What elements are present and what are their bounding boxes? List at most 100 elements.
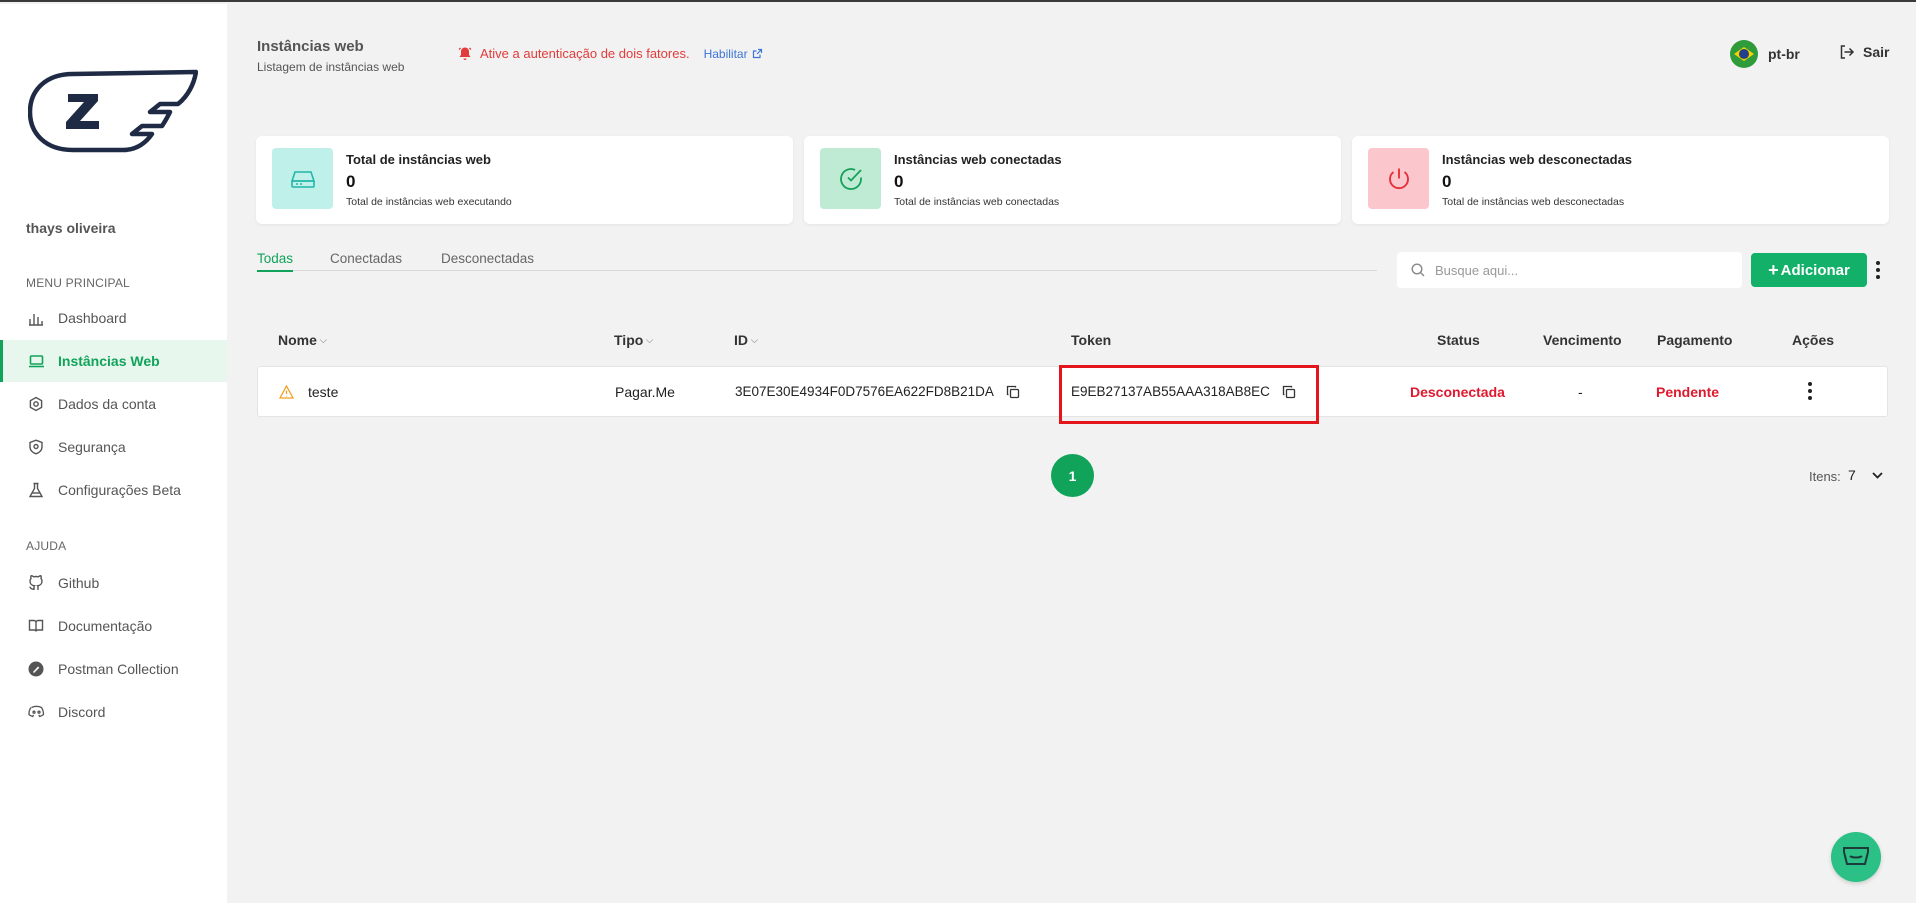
sort-icon: ⌵ <box>751 334 758 345</box>
sidebar-item-github[interactable]: Github <box>0 562 227 604</box>
sidebar-item-beta-settings[interactable]: Configurações Beta <box>0 469 227 511</box>
tab-connected[interactable]: Conectadas <box>330 251 402 270</box>
sidebar-item-documentation[interactable]: Documentação <box>0 605 227 647</box>
column-header-id[interactable]: ID ⌵ <box>734 332 758 348</box>
add-instance-button[interactable]: + Adicionar <box>1751 253 1867 287</box>
copy-id-icon[interactable] <box>1006 385 1020 399</box>
brazil-flag-icon <box>1730 40 1758 68</box>
two-factor-alert: Ative a autenticação de dois fatores. Ha… <box>458 46 763 61</box>
table-row[interactable]: teste Pagar.Me 3E07E30E4934F0D7576EA622F… <box>257 366 1888 417</box>
column-header-label: Pagamento <box>1657 332 1733 348</box>
card-subtitle: Total de instâncias web executando <box>346 196 512 208</box>
page-title: Instâncias web <box>257 38 364 55</box>
sidebar-item-label: Documentação <box>58 618 153 634</box>
discord-icon <box>26 702 46 722</box>
brand-logo[interactable] <box>27 68 199 158</box>
connected-instances-card: Instâncias web conectadas 0 Total de ins… <box>804 136 1341 224</box>
due-date: - <box>1578 384 1583 400</box>
column-header-label: Tipo <box>614 332 644 348</box>
logout-label: Sair <box>1863 44 1890 60</box>
bell-alert-icon <box>458 46 472 61</box>
items-per-page-select[interactable]: 7 <box>1848 467 1883 483</box>
column-header-token: Token <box>1071 332 1111 348</box>
card-value: 0 <box>1442 172 1452 191</box>
instance-token: E9EB27137AB55AAA318AB8EC <box>1071 384 1270 399</box>
card-subtitle: Total de instâncias web desconectadas <box>1442 196 1625 208</box>
column-header-actions: Ações <box>1792 332 1834 348</box>
sidebar-item-discord[interactable]: Discord <box>0 691 227 733</box>
instance-name: teste <box>308 384 339 400</box>
column-header-label: Token <box>1071 332 1112 348</box>
disconnected-instances-card: Instâncias web desconectadas 0 Total de … <box>1352 136 1889 224</box>
payment-status: Pendente <box>1656 384 1720 400</box>
language-selector[interactable]: pt-br <box>1730 40 1800 68</box>
instance-name-cell: teste <box>279 384 338 400</box>
search-input[interactable] <box>1435 262 1725 278</box>
tab-disconnected[interactable]: Desconectadas <box>441 251 534 270</box>
card-title: Total de instâncias web <box>346 152 491 167</box>
power-icon <box>1368 148 1429 209</box>
alert-text: Ative a autenticação de dois fatores. <box>480 46 690 61</box>
chat-support-button[interactable] <box>1831 832 1881 882</box>
more-options-button[interactable] <box>1871 257 1885 283</box>
sidebar-item-label: Dashboard <box>58 310 127 326</box>
column-header-label: ID <box>734 332 748 348</box>
instance-type: Pagar.Me <box>615 384 675 400</box>
search-box <box>1397 252 1742 288</box>
sidebar-item-label: Github <box>58 575 100 591</box>
column-header-type[interactable]: Tipo ⌵ <box>614 332 653 348</box>
laptop-icon <box>26 351 46 371</box>
bar-chart-icon <box>26 308 46 328</box>
tab-all[interactable]: Todas <box>257 251 294 272</box>
page-subtitle: Listagem de instâncias web <box>257 60 405 74</box>
sidebar-item-label: Postman Collection <box>58 661 179 677</box>
github-icon <box>26 573 46 593</box>
sidebar: thays oliveira MENU PRINCIPAL Dashboard … <box>0 4 227 903</box>
gear-icon <box>26 394 46 414</box>
instance-id: 3E07E30E4934F0D7576EA622FD8B21DA <box>735 384 994 399</box>
sidebar-item-label: Discord <box>58 704 106 720</box>
help-label: AJUDA <box>26 539 67 553</box>
status-badge: Desconectada <box>1410 384 1505 400</box>
sort-icon: ⌵ <box>646 334 654 345</box>
external-link-icon <box>752 48 762 59</box>
sidebar-item-label: Segurança <box>58 439 126 455</box>
instance-token-cell: E9EB27137AB55AAA318AB8EC <box>1071 384 1296 399</box>
main-menu-label: MENU PRINCIPAL <box>26 276 130 290</box>
sidebar-item-postman[interactable]: Postman Collection <box>0 648 227 690</box>
card-title: Instâncias web desconectadas <box>1442 152 1633 167</box>
sidebar-item-label: Instâncias Web <box>58 353 160 369</box>
enable-2fa-label: Habilitar <box>703 46 748 61</box>
items-per-page-label: Itens: <box>1809 469 1841 484</box>
row-actions-button[interactable] <box>1808 382 1812 400</box>
chevron-down-icon <box>1872 471 1883 479</box>
sidebar-item-web-instances[interactable]: Instâncias Web <box>0 340 227 382</box>
enable-2fa-link[interactable]: Habilitar <box>704 47 763 61</box>
flask-icon <box>26 480 46 500</box>
filter-tabs: Todas Conectadas Desconectadas <box>257 251 1377 272</box>
logout-icon <box>1840 45 1855 59</box>
column-header-due: Vencimento <box>1543 332 1622 348</box>
plus-icon: + <box>1768 259 1779 280</box>
logout-button[interactable]: Sair <box>1839 44 1889 60</box>
check-circle-icon <box>820 148 881 209</box>
instance-id-cell: 3E07E30E4934F0D7576EA622FD8B21DA <box>735 384 1020 399</box>
copy-token-icon[interactable] <box>1282 385 1296 399</box>
pagination-page-1[interactable]: 1 <box>1051 454 1094 497</box>
sidebar-item-dashboard[interactable]: Dashboard <box>0 297 227 339</box>
column-header-payment: Pagamento <box>1657 332 1732 348</box>
column-header-label: Vencimento <box>1543 332 1622 348</box>
card-value: 0 <box>346 172 356 191</box>
column-header-name[interactable]: Nome ⌵ <box>278 332 327 348</box>
warning-icon <box>279 385 294 399</box>
sidebar-item-security[interactable]: Segurança <box>0 426 227 468</box>
sidebar-item-label: Dados da conta <box>58 396 157 412</box>
sidebar-item-account-data[interactable]: Dados da conta <box>0 383 227 425</box>
language-label: pt-br <box>1768 46 1800 62</box>
search-icon <box>1411 263 1425 277</box>
total-instances-card: Total de instâncias web 0 Total de instâ… <box>256 136 793 224</box>
user-name: thays oliveira <box>26 220 116 236</box>
sort-icon: ⌵ <box>319 334 327 345</box>
items-per-page-value: 7 <box>1848 467 1856 483</box>
column-header-label: Status <box>1437 332 1480 348</box>
